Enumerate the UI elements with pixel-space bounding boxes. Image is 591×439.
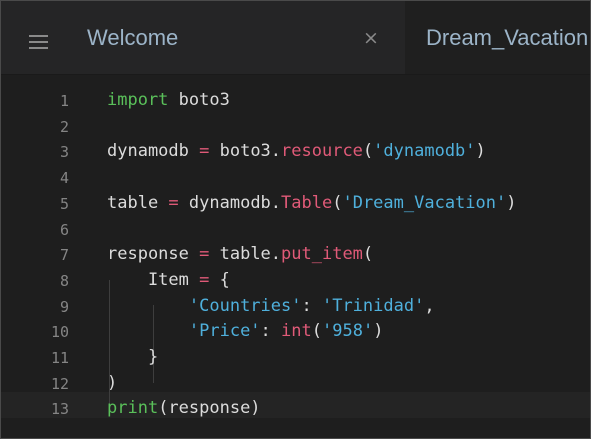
current-line-highlight [1, 392, 590, 418]
code-token: ( [311, 321, 322, 342]
line-number: 2 [59, 117, 69, 136]
code-token: { [209, 269, 230, 290]
line-number: 1 [59, 92, 69, 110]
code-token: table. [209, 244, 282, 265]
code-token: ) [107, 372, 118, 393]
line-number: 12 [50, 374, 69, 393]
tab-dream-vacation-label: Dream_Vacation.py [426, 24, 590, 50]
code-line[interactable]: print(response) [107, 398, 261, 418]
code-token: dynamodb. [178, 192, 282, 213]
editor-window: Welcome × Dream_Vacation.py 123456789101… [0, 0, 591, 439]
code-token: ) [373, 321, 384, 342]
code-token: dynamodb [107, 141, 200, 162]
line-number: 6 [59, 220, 69, 239]
code-token: ( [362, 141, 374, 162]
indent-guide [153, 305, 154, 383]
code-line[interactable]: Item = { [107, 270, 230, 290]
code-token: resource [281, 141, 363, 162]
code-line[interactable]: 'Price': int('958') [107, 321, 384, 342]
code-line[interactable]: ) [107, 373, 117, 393]
code-token: 'Price' [188, 321, 261, 342]
line-number: 10 [50, 323, 69, 342]
code-token: Item [107, 269, 200, 290]
code-token: : [260, 321, 282, 342]
line-number: 8 [59, 271, 69, 290]
code-line[interactable]: table = dynamodb.Table('Dream_Vacation') [107, 193, 516, 213]
code-token: Table [281, 192, 333, 213]
tab-dream-vacation[interactable]: Dream_Vacation.py [405, 1, 590, 74]
code-token: ) [506, 192, 517, 213]
tab-welcome-label: Welcome [87, 24, 179, 50]
code-token: } [107, 347, 159, 367]
code-token: boto3 [168, 90, 230, 110]
code-token: int [281, 321, 312, 342]
line-number: 5 [59, 194, 69, 213]
code-token: = [199, 141, 210, 162]
line-number: 7 [59, 246, 69, 265]
line-number: 3 [59, 143, 69, 162]
line-number: 11 [50, 349, 69, 367]
code-token: (response) [158, 398, 261, 419]
code-token: '958' [322, 321, 374, 342]
tab-close-icon[interactable]: × [361, 1, 381, 74]
code-line[interactable]: import boto3 [107, 90, 230, 110]
code-token: 'Countries' [188, 295, 302, 316]
code-token: table [107, 192, 169, 213]
code-token: boto3. [209, 141, 282, 162]
code-token: 'Trinidad' [321, 295, 425, 316]
code-token: ) [475, 141, 486, 162]
code-line[interactable]: 'Countries': 'Trinidad', [107, 296, 435, 316]
code-token: 'Dream_Vacation' [342, 192, 507, 213]
line-number: 4 [59, 169, 69, 188]
code-token: print [107, 398, 159, 419]
code-line[interactable]: response = table.put_item( [107, 244, 373, 264]
code-token: = [199, 269, 210, 290]
code-line[interactable]: } [107, 347, 158, 367]
code-token: import [107, 90, 169, 110]
code-token: = [199, 244, 210, 265]
tab-bar: Welcome × Dream_Vacation.py [1, 1, 590, 75]
code-token: , [424, 295, 435, 316]
code-token: : [301, 295, 322, 316]
line-number: 13 [50, 400, 69, 419]
hamburger-menu-icon[interactable] [29, 35, 48, 49]
code-token: ( [362, 244, 374, 265]
code-token: = [168, 192, 179, 213]
code-line[interactable]: dynamodb = boto3.resource('dynamodb') [107, 141, 486, 161]
code-token: ( [332, 192, 343, 213]
code-editor[interactable]: 1 2 3 4 5 6 7 8 9 10 11 12 13 import boto3 dynamodb =… [1, 75, 590, 438]
code-token: 'dynamodb' [373, 141, 476, 162]
code-token: put_item [281, 244, 363, 265]
line-number: 9 [59, 297, 69, 316]
code-token: response [107, 244, 200, 265]
tab-welcome[interactable]: Welcome [87, 1, 178, 74]
